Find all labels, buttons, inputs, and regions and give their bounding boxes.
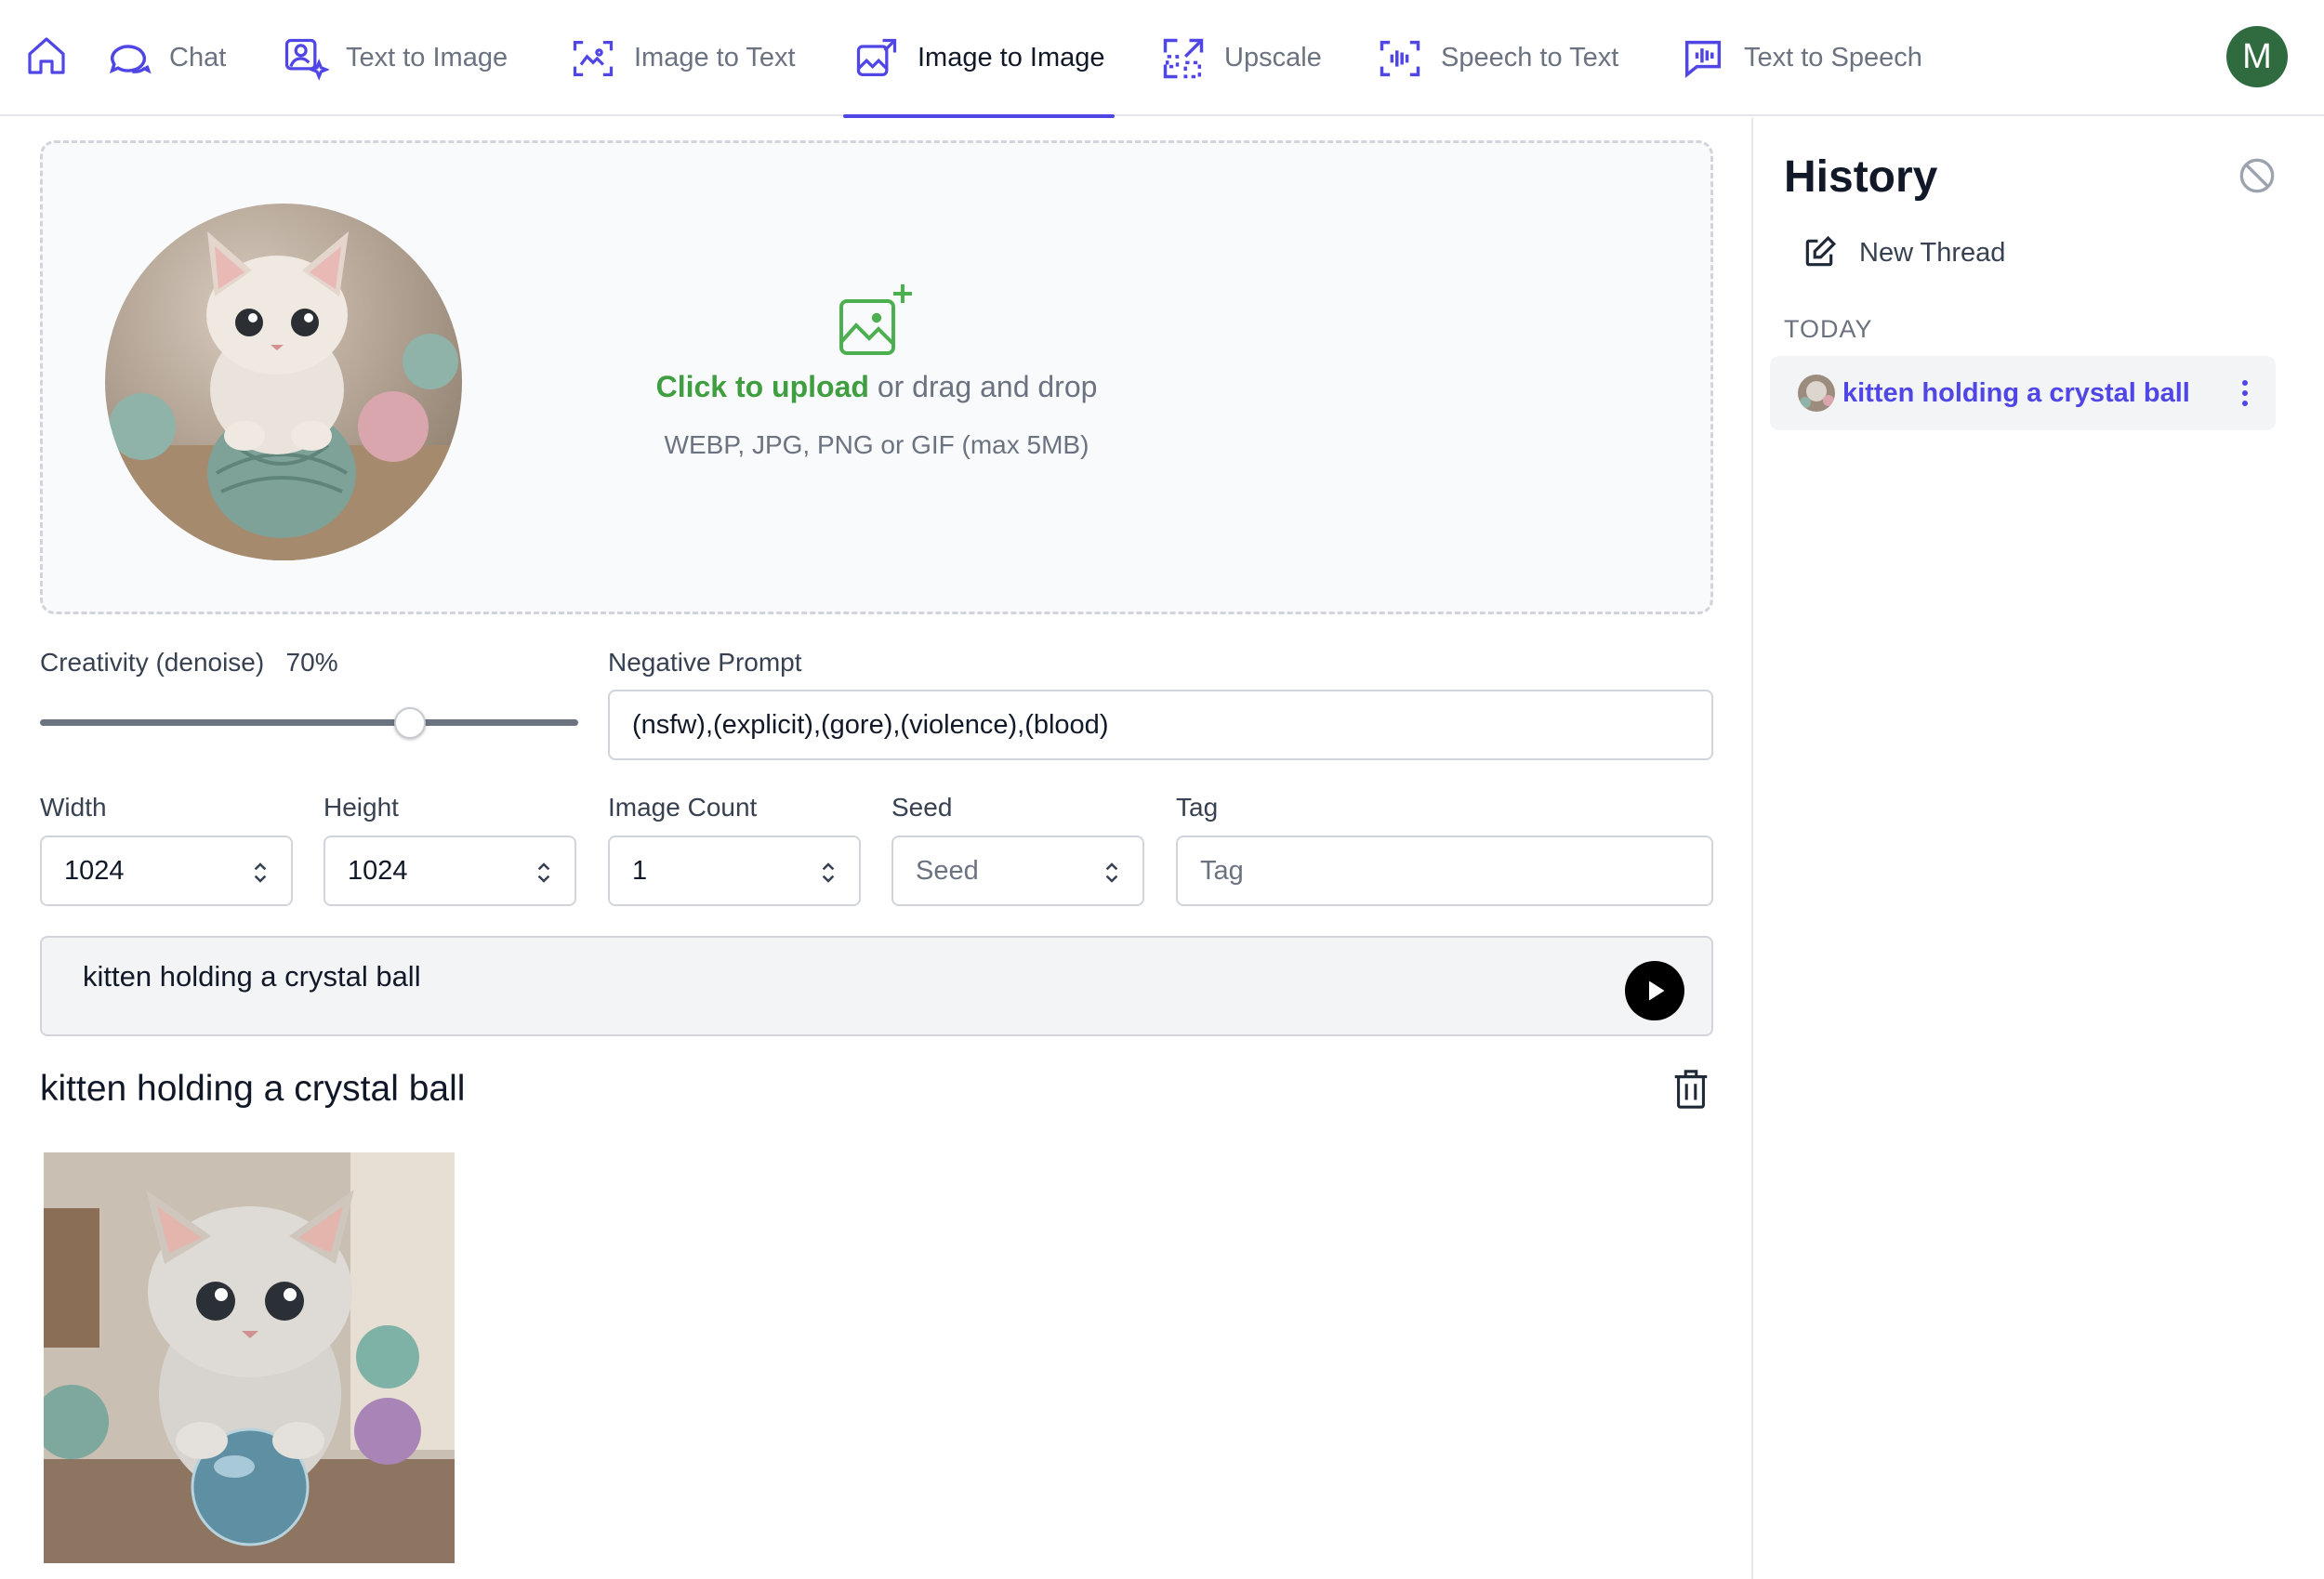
tab-text-to-image[interactable]: Text to Image [281, 0, 508, 116]
spinner-icon[interactable] [535, 859, 552, 887]
image-count-input[interactable] [632, 855, 837, 887]
tab-label: Chat [169, 43, 227, 72]
upload-rest-text: or drag and drop [868, 370, 1098, 403]
tab-label: Text to Image [346, 43, 508, 72]
spinner-icon[interactable] [252, 859, 269, 887]
speech-to-text-icon [1376, 34, 1424, 83]
negative-prompt-input[interactable] [632, 709, 1689, 741]
tab-speech-to-text[interactable]: Speech to Text [1376, 0, 1618, 116]
creativity-label: Creativity (denoise) 70% [40, 648, 338, 678]
new-thread-button[interactable]: New Thread [1802, 235, 2005, 270]
width-field[interactable] [40, 836, 293, 906]
creativity-label-text: Creativity (denoise) [40, 648, 265, 677]
history-section-today: TODAY [1784, 315, 1873, 343]
history-title: History [1784, 152, 1938, 202]
new-thread-label: New Thread [1859, 237, 2006, 268]
seed-label: Seed [891, 793, 953, 822]
spinner-icon[interactable] [1103, 859, 1120, 887]
user-avatar[interactable]: M [2226, 26, 2288, 87]
tab-label: Upscale [1224, 43, 1322, 72]
prompt-text[interactable]: kitten holding a crystal ball [83, 960, 421, 993]
history-item-thumbnail [1798, 375, 1835, 412]
tab-text-to-speech[interactable]: Text to Speech [1679, 0, 1922, 116]
image-count-label: Image Count [608, 793, 758, 822]
history-item-label: kitten holding a crystal ball [1842, 377, 2190, 408]
tab-label: Image to Image [918, 43, 1105, 72]
result-title: kitten holding a crystal ball [40, 1069, 466, 1109]
trash-icon[interactable] [1672, 1068, 1710, 1111]
add-image-icon [839, 284, 912, 355]
image-count-field[interactable] [608, 836, 861, 906]
edit-icon [1805, 235, 1837, 267]
result-image[interactable] [44, 1152, 455, 1563]
history-item[interactable]: kitten holding a crystal ball [1770, 356, 2276, 430]
seed-field[interactable] [891, 836, 1144, 906]
click-to-upload-link[interactable]: Click to upload [656, 370, 869, 403]
text-to-speech-icon [1679, 34, 1727, 83]
history-sidebar: History New Thread TODAY kitten holding … [1751, 118, 2324, 1579]
creativity-value: 70% [285, 648, 338, 677]
tag-field[interactable] [1176, 836, 1713, 906]
top-nav: Chat Text to Image Image to Text Image t… [0, 0, 2324, 118]
prompt-box[interactable]: kitten holding a crystal ball [40, 936, 1713, 1036]
creativity-slider-track[interactable] [40, 719, 578, 726]
image-to-text-icon [569, 34, 617, 83]
height-label: Height [324, 793, 399, 822]
negative-prompt-field[interactable] [608, 690, 1713, 760]
width-input[interactable] [64, 855, 269, 887]
main-panel: Click to upload or drag and drop WEBP, J… [0, 118, 1751, 1579]
generate-button[interactable] [1625, 961, 1684, 1020]
tag-input[interactable] [1200, 855, 1689, 887]
tab-label: Image to Text [634, 43, 796, 72]
avatar-initial: M [2242, 36, 2272, 76]
play-icon [1649, 980, 1665, 1001]
upscale-icon [1159, 34, 1208, 83]
chat-icon [104, 34, 152, 83]
tag-label: Tag [1176, 793, 1219, 822]
more-options-icon[interactable] [2240, 375, 2250, 412]
upload-hint: WEBP, JPG, PNG or GIF (max 5MB) [664, 430, 1089, 459]
upload-instructions: Click to upload or drag and drop WEBP, J… [43, 283, 1710, 460]
spinner-icon[interactable] [820, 859, 837, 887]
width-label: Width [40, 793, 107, 822]
creativity-slider-thumb[interactable] [394, 707, 426, 739]
tab-image-to-text[interactable]: Image to Text [569, 0, 796, 116]
height-field[interactable] [324, 836, 576, 906]
image-to-image-icon [852, 34, 901, 83]
negative-prompt-label: Negative Prompt [608, 648, 802, 677]
clear-history-icon[interactable] [2238, 157, 2276, 194]
tab-upscale[interactable]: Upscale [1159, 0, 1322, 116]
upload-dropzone[interactable]: Click to upload or drag and drop WEBP, J… [40, 140, 1713, 614]
tab-chat[interactable]: Chat [104, 0, 226, 116]
upload-text: Click to upload or drag and drop [43, 370, 1710, 404]
tab-label: Speech to Text [1441, 43, 1619, 72]
seed-input[interactable] [916, 855, 1120, 887]
tab-label: Text to Speech [1744, 43, 1922, 72]
home-icon[interactable] [24, 33, 69, 78]
tab-image-to-image[interactable]: Image to Image [843, 0, 1114, 118]
height-input[interactable] [348, 855, 552, 887]
text-to-image-icon [281, 34, 329, 83]
